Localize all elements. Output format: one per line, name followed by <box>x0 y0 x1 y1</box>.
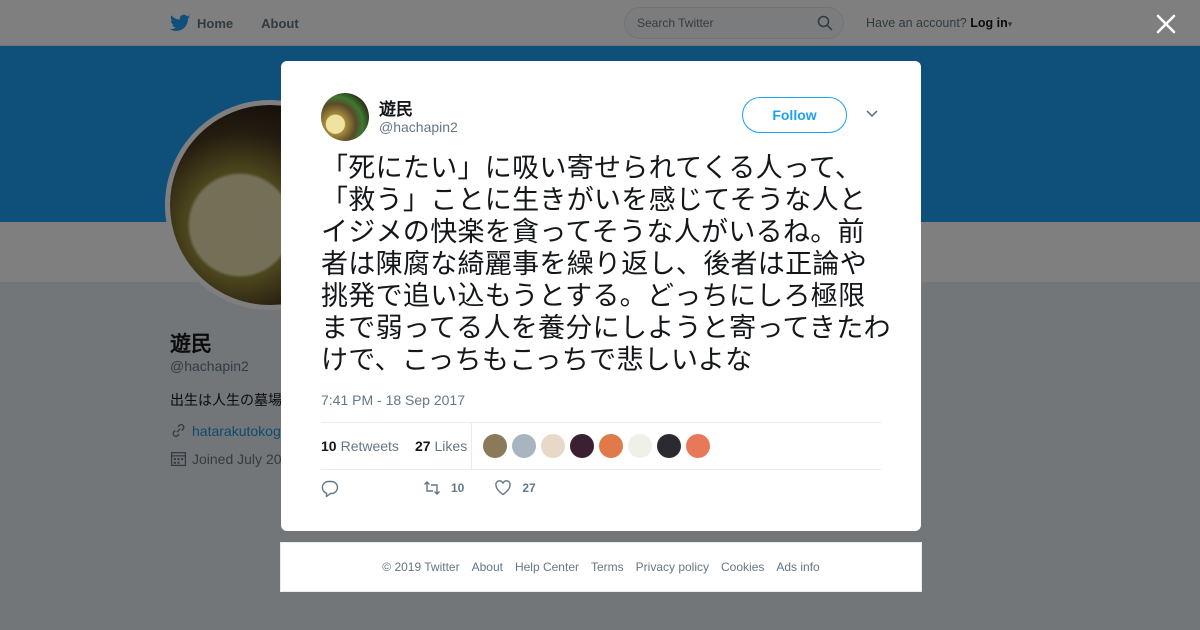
liker-avatars <box>483 434 715 458</box>
footer-help[interactable]: Help Center <box>515 560 579 574</box>
like-count: 27 <box>522 481 536 495</box>
reply-icon <box>321 480 339 497</box>
liker-avatar[interactable] <box>512 434 536 458</box>
footer-terms[interactable]: Terms <box>591 560 624 574</box>
like-button[interactable]: 27 <box>494 479 536 497</box>
retweet-button[interactable]: 10 <box>423 479 464 497</box>
chevron-down-icon[interactable] <box>865 109 879 119</box>
tweet-timestamp[interactable]: 7:41 PM - 18 Sep 2017 <box>321 392 465 408</box>
likes-label: Likes <box>434 438 468 454</box>
liker-avatar[interactable] <box>541 434 565 458</box>
tweet-actions: 10 27 <box>321 479 566 497</box>
tweet-modal: 遊民 @hachapin2 Follow 「死にたい」に吸い寄せられてくる人って… <box>281 61 921 531</box>
heart-icon <box>495 480 512 496</box>
retweets-count: 10 <box>321 438 337 454</box>
footer-copyright: © 2019 Twitter <box>382 560 460 574</box>
tweet-stats: 10 Retweets 27 Likes <box>321 422 881 470</box>
tweet-author-avatar[interactable] <box>321 93 369 141</box>
tweet-text: 「死にたい」に吸い寄せられてくる人って、「救う」ことに生きがいを感じてそうな人と… <box>321 153 891 376</box>
stat-divider <box>471 423 472 469</box>
retweet-count: 10 <box>451 481 465 495</box>
tweet-author-handle[interactable]: @hachapin2 <box>379 119 458 135</box>
follow-button[interactable]: Follow <box>742 97 847 133</box>
footer-privacy[interactable]: Privacy policy <box>636 560 709 574</box>
likes-stat[interactable]: 27 Likes <box>415 438 467 454</box>
tweet-author-name[interactable]: 遊民 <box>379 95 413 120</box>
likes-count: 27 <box>414 438 431 454</box>
footer-cookies[interactable]: Cookies <box>721 560 764 574</box>
liker-avatar[interactable] <box>686 434 710 458</box>
retweet-icon <box>424 481 440 495</box>
retweets-stat[interactable]: 10 Retweets <box>321 438 399 454</box>
liker-avatar[interactable] <box>570 434 594 458</box>
footer-about[interactable]: About <box>472 560 503 574</box>
reply-button[interactable] <box>321 479 393 497</box>
stat-counts: 10 Retweets 27 Likes <box>321 423 483 469</box>
modal-footer: © 2019 Twitter About Help Center Terms P… <box>280 542 922 592</box>
footer-ads[interactable]: Ads info <box>776 560 819 574</box>
close-icon[interactable] <box>1155 13 1177 35</box>
liker-avatar[interactable] <box>483 434 507 458</box>
liker-avatar[interactable] <box>657 434 681 458</box>
retweets-label: Retweets <box>340 438 399 454</box>
liker-avatar[interactable] <box>628 434 652 458</box>
liker-avatar[interactable] <box>599 434 623 458</box>
